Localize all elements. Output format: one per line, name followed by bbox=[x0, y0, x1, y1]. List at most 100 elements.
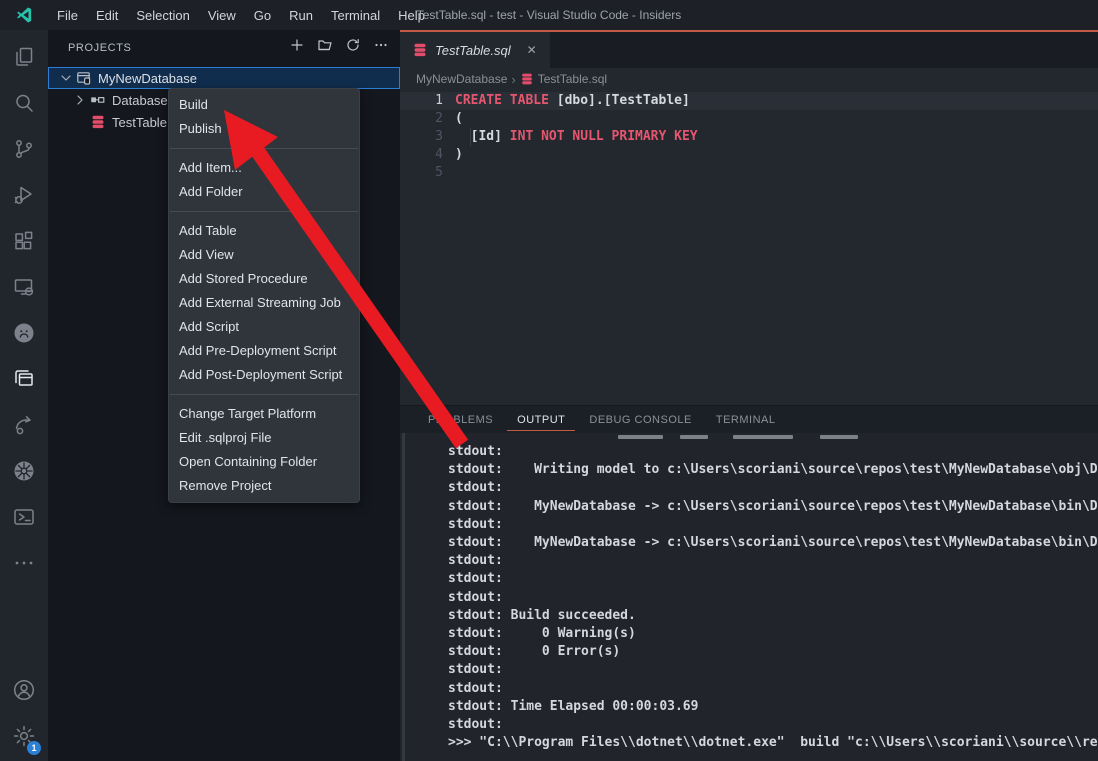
output-line: stdout: MyNewDatabase -> c:\Users\scoria… bbox=[448, 534, 1098, 552]
line-content: ( bbox=[455, 110, 463, 128]
code-line[interactable]: 3 [Id] INT NOT NULL PRIMARY KEY bbox=[400, 128, 1098, 146]
menu-item-run[interactable]: Run bbox=[280, 4, 322, 27]
code-token: INT NOT NULL PRIMARY KEY bbox=[510, 129, 698, 144]
explorer-icon bbox=[12, 45, 36, 74]
menu-item-selection[interactable]: Selection bbox=[127, 4, 198, 27]
activity-item-run-debug[interactable] bbox=[0, 174, 48, 220]
github-icon bbox=[12, 321, 36, 350]
breadcrumb-file[interactable]: TestTable.sql bbox=[538, 72, 607, 86]
activity-item-powershell[interactable] bbox=[0, 496, 48, 542]
context-item-add-post-deployment-script[interactable]: Add Post-Deployment Script bbox=[169, 363, 359, 387]
tab-testtable-sql[interactable]: TestTable.sql ✕ bbox=[400, 32, 550, 68]
bottom-panel: PROBLEMSOUTPUTDEBUG CONSOLETERMINAL stdo… bbox=[400, 405, 1098, 761]
open-project-button[interactable] bbox=[314, 37, 336, 59]
output-line: stdout: Build succeeded. bbox=[448, 607, 1098, 625]
context-item-add-view[interactable]: Add View bbox=[169, 243, 359, 267]
editor-tab-bar: TestTable.sql ✕ bbox=[400, 32, 1098, 68]
tab-label: TestTable.sql bbox=[435, 43, 511, 58]
output-line: stdout: Writing model to c:\Users\scoria… bbox=[448, 461, 1098, 479]
activity-item-account[interactable] bbox=[0, 669, 48, 715]
database-file-icon bbox=[520, 72, 534, 86]
tab-close-icon[interactable]: ✕ bbox=[524, 41, 540, 59]
context-item-open-containing-folder[interactable]: Open Containing Folder bbox=[169, 450, 359, 474]
more-views-icon bbox=[12, 551, 36, 580]
sidebar-header: PROJECTS bbox=[48, 30, 400, 65]
activity-item-live-share[interactable] bbox=[0, 404, 48, 450]
context-item-add-item[interactable]: Add Item... bbox=[169, 156, 359, 180]
line-number: 1 bbox=[400, 92, 455, 110]
sidebar-actions bbox=[286, 37, 392, 59]
title-bar: FileEditSelectionViewGoRunTerminalHelp T… bbox=[0, 0, 1098, 30]
output-line: stdout: bbox=[448, 552, 1098, 570]
context-menu-separator bbox=[170, 148, 358, 149]
context-item-add-table[interactable]: Add Table bbox=[169, 219, 359, 243]
menu-item-help[interactable]: Help bbox=[389, 4, 434, 27]
output-line: >>> "C:\\Program Files\\dotnet\\dotnet.e… bbox=[448, 734, 1098, 752]
clipped-output-line bbox=[448, 435, 1098, 441]
activity-item-search[interactable] bbox=[0, 82, 48, 128]
menu-item-go[interactable]: Go bbox=[245, 4, 280, 27]
refresh-icon bbox=[345, 37, 361, 58]
chevron-down-icon[interactable] bbox=[58, 70, 74, 86]
activity-item-remote-explorer[interactable] bbox=[0, 266, 48, 312]
activity-item-settings[interactable]: 1 bbox=[0, 715, 48, 761]
chevron-spacer bbox=[72, 114, 88, 130]
add-project-button[interactable] bbox=[286, 37, 308, 59]
database-projects-icon bbox=[12, 367, 36, 396]
panel-tab-debug-console[interactable]: DEBUG CONSOLE bbox=[579, 409, 701, 430]
menu-item-view[interactable]: View bbox=[199, 4, 245, 27]
sidebar-title: PROJECTS bbox=[68, 42, 131, 54]
context-item-add-external-streaming-job[interactable]: Add External Streaming Job bbox=[169, 291, 359, 315]
output-log: stdout: stdout: Writing model to c:\Users… bbox=[400, 443, 1098, 761]
refresh-button[interactable] bbox=[342, 37, 364, 59]
breadcrumb: MyNewDatabase › TestTable.sql bbox=[400, 68, 1098, 90]
activity-item-more-views[interactable] bbox=[0, 542, 48, 588]
activity-item-database-projects[interactable] bbox=[0, 358, 48, 404]
panel-tab-terminal[interactable]: TERMINAL bbox=[706, 409, 786, 430]
output-panel[interactable]: stdout: stdout: Writing model to c:\Users… bbox=[400, 433, 1098, 761]
code-token: CREATE TABLE bbox=[455, 93, 557, 108]
code-line[interactable]: 4) bbox=[400, 146, 1098, 164]
output-line: stdout: 0 Error(s) bbox=[448, 643, 1098, 661]
chevron-right-icon[interactable] bbox=[72, 92, 88, 108]
line-number: 4 bbox=[400, 146, 455, 164]
tree-item-mynewdatabase[interactable]: MyNewDatabase bbox=[48, 67, 400, 89]
database-file-icon bbox=[412, 42, 428, 58]
activity-bar: 1 bbox=[0, 30, 48, 761]
context-item-edit-sqlproj-file[interactable]: Edit .sqlproj File bbox=[169, 426, 359, 450]
activity-item-extensions[interactable] bbox=[0, 220, 48, 266]
code-line[interactable]: 2( bbox=[400, 110, 1098, 128]
activity-item-explorer[interactable] bbox=[0, 36, 48, 82]
activity-item-github[interactable] bbox=[0, 312, 48, 358]
code-token: ( bbox=[455, 111, 463, 126]
activity-item-kubernetes[interactable] bbox=[0, 450, 48, 496]
menu-item-terminal[interactable]: Terminal bbox=[322, 4, 389, 27]
menu-item-edit[interactable]: Edit bbox=[87, 4, 127, 27]
panel-tab-problems[interactable]: PROBLEMS bbox=[418, 409, 503, 430]
context-item-add-stored-procedure[interactable]: Add Stored Procedure bbox=[169, 267, 359, 291]
code-token: [Id] bbox=[455, 129, 510, 144]
menu-item-file[interactable]: File bbox=[48, 4, 87, 27]
activity-item-source-control[interactable] bbox=[0, 128, 48, 174]
live-share-icon bbox=[12, 413, 36, 442]
more-actions-button[interactable] bbox=[370, 37, 392, 59]
context-item-build[interactable]: Build bbox=[169, 93, 359, 117]
context-item-remove-project[interactable]: Remove Project bbox=[169, 474, 359, 498]
breadcrumb-project[interactable]: MyNewDatabase bbox=[416, 72, 507, 86]
context-item-add-folder[interactable]: Add Folder bbox=[169, 180, 359, 204]
code-line[interactable]: 1CREATE TABLE [dbo].[TestTable] bbox=[400, 92, 1098, 110]
account-icon bbox=[12, 678, 36, 707]
output-line: stdout: bbox=[448, 589, 1098, 607]
context-item-change-target-platform[interactable]: Change Target Platform bbox=[169, 402, 359, 426]
context-item-add-script[interactable]: Add Script bbox=[169, 315, 359, 339]
output-line: stdout: MyNewDatabase -> c:\Users\scoria… bbox=[448, 498, 1098, 516]
code-editor[interactable]: 1CREATE TABLE [dbo].[TestTable]2(3 [Id] … bbox=[400, 90, 1098, 405]
context-item-publish[interactable]: Publish bbox=[169, 117, 359, 141]
code-line[interactable]: 5 bbox=[400, 164, 1098, 182]
editor-group: TestTable.sql ✕ MyNewDatabase › TestTabl… bbox=[400, 30, 1098, 405]
output-line: stdout: 0 Warning(s) bbox=[448, 625, 1098, 643]
output-line: stdout: bbox=[448, 661, 1098, 679]
panel-tab-output[interactable]: OUTPUT bbox=[507, 409, 575, 431]
run-debug-icon bbox=[12, 183, 36, 212]
context-item-add-pre-deployment-script[interactable]: Add Pre-Deployment Script bbox=[169, 339, 359, 363]
